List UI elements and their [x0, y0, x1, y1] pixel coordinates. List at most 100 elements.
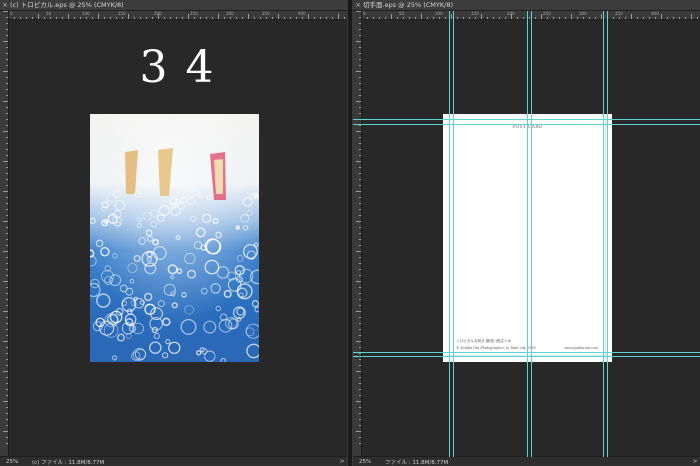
document-tab-left[interactable]: × (c) トロピカル.eps @ 25% (CMYK/8) [0, 0, 347, 11]
ruler-tick [332, 17, 333, 19]
guide-line-horizontal[interactable] [353, 356, 700, 357]
ruler-tick [356, 401, 361, 402]
ruler-tick [98, 14, 99, 19]
ruler-tick [409, 17, 410, 19]
ruler-tick [359, 149, 361, 150]
ruler-tick [86, 17, 87, 19]
ruler-tick [359, 65, 361, 66]
ruler-tick [359, 443, 361, 444]
ruler-tick [308, 14, 309, 19]
ruler-tick [6, 263, 8, 264]
ruler-tick [481, 14, 482, 19]
ruler-tick [146, 17, 147, 19]
close-icon[interactable]: × [353, 0, 363, 10]
guide-line-horizontal[interactable] [353, 119, 700, 120]
ruler-tick [415, 17, 416, 19]
ruler-tick [451, 14, 452, 19]
ruler-tick [359, 233, 361, 234]
ruler-tick [80, 17, 81, 19]
ruler-tick [260, 17, 261, 19]
website-url: www.yutaka-ota.com [564, 346, 598, 350]
ruler-tick [6, 17, 8, 18]
ruler-tick [359, 197, 361, 198]
ruler-tick [505, 17, 506, 19]
ruler-tick [359, 35, 361, 36]
document-tab-right[interactable]: × 切手面.eps @ 25% (CMYK/8) [353, 0, 700, 11]
guide-line-vertical[interactable] [607, 11, 608, 457]
guide-line-vertical[interactable] [531, 11, 532, 457]
ruler-tick [272, 17, 273, 19]
ruler-tick [583, 17, 584, 19]
ruler-tick [356, 101, 361, 102]
guide-line-horizontal[interactable] [353, 124, 700, 125]
ruler-tick [3, 71, 8, 72]
ruler-tick [547, 17, 548, 19]
vertical-ruler[interactable] [353, 11, 362, 457]
ruler-tick [296, 17, 297, 19]
vertical-ruler[interactable] [0, 11, 9, 457]
ruler-tick [517, 17, 518, 19]
ruler-label: 200 [507, 11, 515, 16]
ruler-tick [565, 17, 566, 19]
ruler-tick [116, 17, 117, 19]
ruler-tick [359, 209, 361, 210]
ruler-tick [359, 347, 361, 348]
ruler-tick [32, 17, 33, 19]
ruler-tick [6, 59, 8, 60]
guide-line-vertical[interactable] [453, 11, 454, 457]
ruler-tick [359, 29, 361, 30]
ruler-tick [3, 281, 8, 282]
ruler-tick [6, 329, 8, 330]
ruler-tick [6, 257, 8, 258]
ruler-tick [487, 17, 488, 19]
chevron-right-icon[interactable]: > [690, 458, 700, 465]
ruler-tick [649, 17, 650, 19]
guide-line-horizontal[interactable] [353, 352, 700, 353]
ruler-tick [359, 377, 361, 378]
zoom-level[interactable]: 25% [353, 459, 385, 465]
ruler-tick [6, 425, 8, 426]
ruler-tick [38, 14, 39, 19]
ruler-label: 50 [399, 11, 405, 16]
ruler-tick [182, 17, 183, 19]
ruler-tick [359, 269, 361, 270]
ruler-tick [140, 17, 141, 19]
ruler-tick [6, 419, 8, 420]
ruler-tick [6, 413, 8, 414]
ruler-tick [356, 311, 361, 312]
ruler-tick [356, 191, 361, 192]
guide-line-vertical[interactable] [449, 11, 450, 457]
ruler-tick [529, 17, 530, 19]
zoom-level[interactable]: 25% [0, 459, 32, 465]
document-tab-title[interactable]: 切手面.eps @ 25% (CMYK/8) [363, 0, 453, 10]
ruler-tick [50, 17, 51, 19]
close-icon[interactable]: × [0, 0, 10, 10]
chevron-right-icon[interactable]: > [337, 458, 347, 465]
ruler-tick [3, 11, 8, 12]
ruler-tick [6, 389, 8, 390]
ruler-tick [359, 179, 361, 180]
ruler-tick [6, 65, 8, 66]
ruler-tick [359, 257, 361, 258]
ruler-tick [3, 251, 8, 252]
ruler-tick [6, 53, 8, 54]
ruler-label: 350 [262, 11, 270, 16]
ruler-tick [359, 53, 361, 54]
ruler-tick [685, 17, 686, 19]
ruler-tick [6, 269, 8, 270]
guide-line-vertical[interactable] [603, 11, 604, 457]
document-tab-title[interactable]: (c) トロピカル.eps @ 25% (CMYK/8) [10, 0, 124, 10]
ruler-tick [6, 95, 8, 96]
ruler-tick [68, 14, 69, 19]
ruler-tick [218, 14, 219, 19]
ruler-tick [359, 329, 361, 330]
horizontal-ruler[interactable]: 0 50 100 150 200 250 300 350 400 [8, 11, 347, 20]
guide-line-vertical[interactable] [527, 11, 528, 457]
ruler-tick [338, 14, 339, 19]
ruler-tick [457, 17, 458, 19]
ruler-tick [6, 233, 8, 234]
ruler-tick [577, 17, 578, 19]
ruler-tick [359, 167, 361, 168]
ruler-tick [356, 431, 361, 432]
ruler-label: 150 [471, 11, 479, 16]
